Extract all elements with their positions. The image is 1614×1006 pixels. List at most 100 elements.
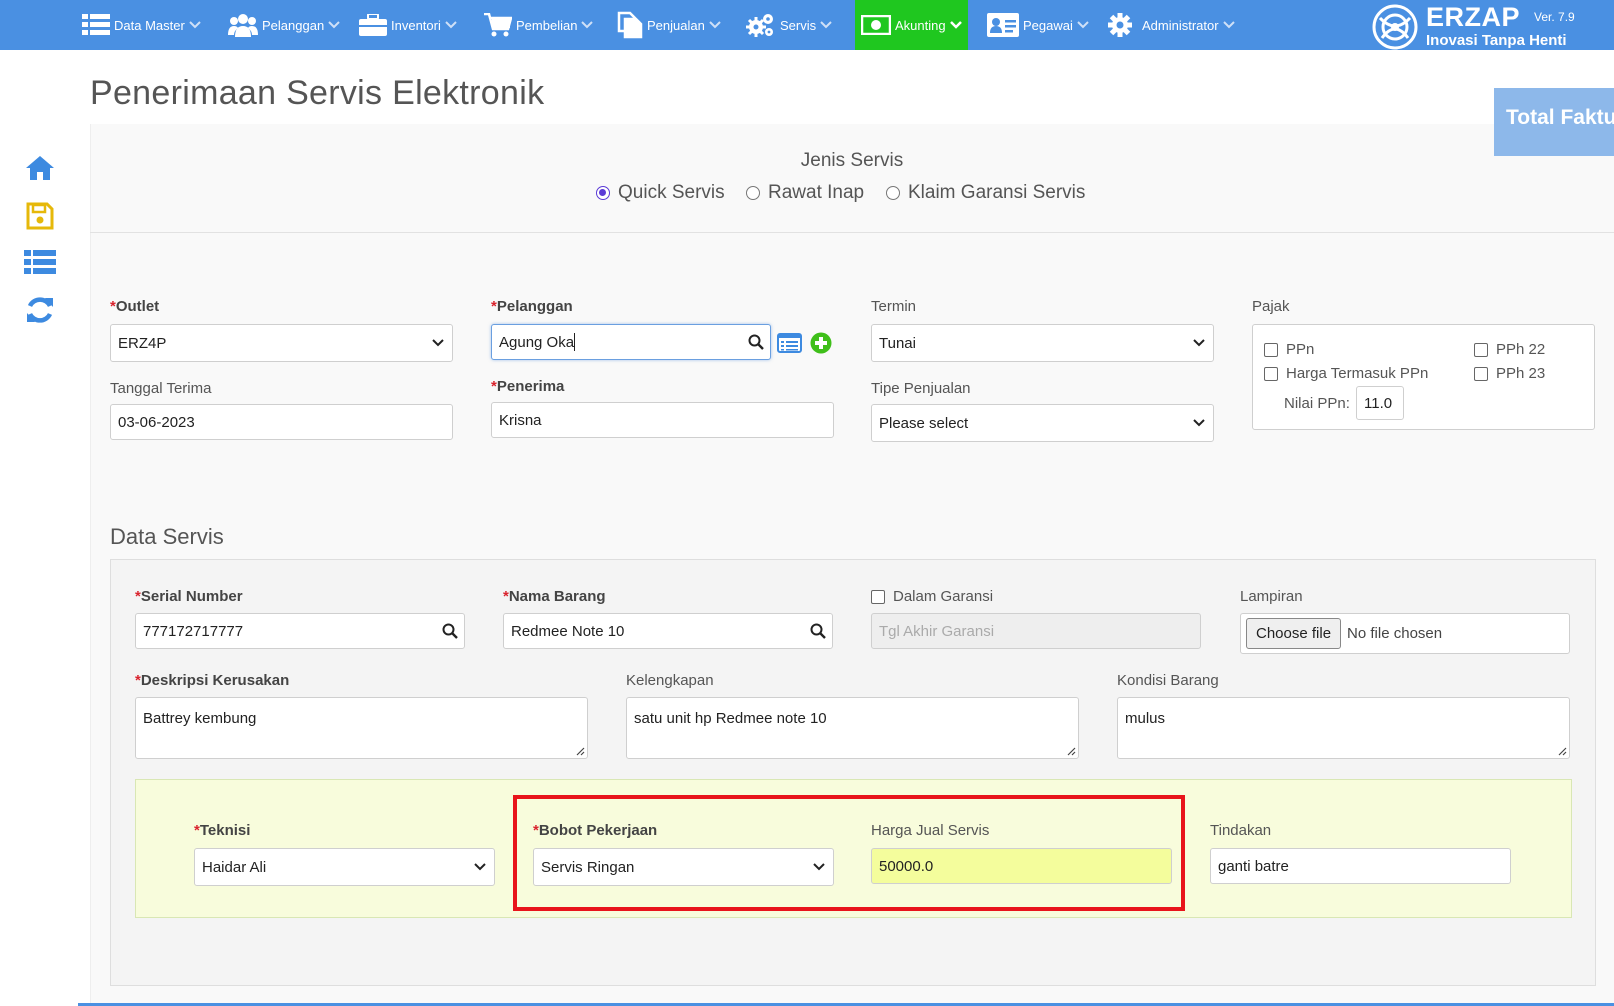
nav-label: Administrator (1142, 17, 1219, 33)
nav-label: Servis (780, 17, 817, 33)
checkbox[interactable] (1264, 366, 1278, 381)
gear-icon (1108, 13, 1132, 37)
dalam-garansi-label: Dalam Garansi (893, 588, 994, 605)
penerima-input[interactable]: Krisna (491, 402, 834, 438)
termin-select[interactable]: Tunai (871, 324, 1214, 362)
radio-rawat-inap[interactable]: Rawat Inap (746, 182, 864, 204)
serial-number-input[interactable]: 777172717777 (135, 613, 465, 649)
add-customer-icon[interactable] (810, 332, 832, 354)
nav-label: Inventori (391, 17, 441, 33)
pph22-checkbox[interactable]: PPh 22 (1474, 341, 1545, 358)
nilai-ppn-label: Nilai PPn: (1284, 395, 1350, 412)
checkbox[interactable] (1474, 342, 1488, 357)
ppn-label: PPn (1286, 341, 1315, 358)
chevron-down-icon (1222, 19, 1235, 31)
kelengkapan-value: satu unit hp Redmee note 10 (634, 710, 827, 727)
nav-pembelian[interactable]: Pembelian (484, 0, 594, 50)
search-icon[interactable] (748, 334, 764, 350)
radio-label: Quick Servis (618, 182, 725, 203)
sidebar (0, 50, 78, 1006)
tipe-penjualan-select[interactable]: Please select (871, 404, 1214, 442)
chevron-down-icon (581, 19, 594, 31)
pph22-label: PPh 22 (1496, 341, 1546, 358)
nav-servis[interactable]: Servis (746, 0, 832, 50)
kondisi-barang-label: Kondisi Barang (1117, 672, 1219, 689)
top-navbar: Data Master Pelanggan Inventori Pembelia… (0, 0, 1614, 50)
tipe-penjualan-label: Tipe Penjualan (871, 380, 971, 397)
nilai-ppn-value: 11.0 (1364, 394, 1393, 412)
chevron-down-icon (709, 19, 721, 31)
kondisi-value: mulus (1125, 710, 1166, 727)
lampiran-file-input[interactable]: Choose file No file chosen (1240, 613, 1570, 654)
nav-akunting[interactable]: Akunting (855, 0, 968, 50)
ppn-checkbox[interactable]: PPn (1264, 341, 1314, 358)
teknisi-select[interactable]: Haidar Ali (194, 848, 495, 886)
outlet-label: *Outlet (110, 298, 160, 315)
users-icon (228, 13, 258, 37)
chevron-down-icon (1193, 339, 1205, 347)
nav-label: Data Master (114, 17, 185, 33)
nav-inventori[interactable]: Inventori (359, 0, 457, 50)
checkbox[interactable] (1474, 366, 1488, 381)
nav-label: Akunting (895, 17, 946, 33)
checkbox[interactable] (1264, 342, 1278, 357)
save-icon[interactable] (24, 200, 56, 232)
nav-penjualan[interactable]: Penjualan (617, 0, 721, 50)
teknisi-label: *Teknisi (194, 822, 251, 839)
pelanggan-input[interactable]: Agung Oka (491, 324, 771, 360)
cart-icon (484, 13, 512, 37)
nav-pelanggan[interactable]: Pelanggan (228, 0, 340, 50)
radio-quick-servis[interactable]: Quick Servis (596, 182, 725, 204)
deskripsi-kerusakan-label: *Deskripsi Kerusakan (135, 672, 290, 689)
radio-button-selected[interactable] (596, 186, 610, 200)
pph23-checkbox[interactable]: PPh 23 (1474, 365, 1545, 382)
deskripsi-kerusakan-textarea[interactable]: Battrey kembung (135, 697, 588, 759)
dalam-garansi-checkbox[interactable]: Dalam Garansi (871, 588, 993, 605)
checkbox[interactable] (871, 589, 885, 604)
resize-handle-icon[interactable] (1067, 747, 1076, 756)
serial-number-value: 777172717777 (143, 622, 244, 640)
nav-label: Penjualan (647, 17, 705, 33)
harga-termasuk-ppn-checkbox[interactable]: Harga Termasuk PPn (1264, 365, 1428, 382)
tindakan-input[interactable]: ganti batre (1210, 848, 1511, 884)
brand[interactable]: ERZAP Ver. 7.9 Inovasi Tanpa Henti (1372, 2, 1612, 50)
briefcase-icon (359, 14, 387, 36)
nav-data-master[interactable]: Data Master (82, 0, 201, 50)
radio-button[interactable] (886, 186, 900, 200)
tindakan-value: ganti batre (1218, 857, 1289, 875)
resize-handle-icon[interactable] (576, 747, 585, 756)
brand-tagline: Inovasi Tanpa Henti (1426, 32, 1567, 49)
termin-label: Termin (871, 298, 917, 315)
choose-file-button[interactable]: Choose file (1246, 618, 1342, 649)
penerima-value: Krisna (499, 411, 542, 429)
radio-klaim-garansi[interactable]: Klaim Garansi Servis (886, 182, 1085, 204)
outlet-select[interactable]: ERZ4P (110, 324, 453, 362)
customer-list-icon[interactable] (777, 333, 802, 353)
nav-label: Pelanggan (262, 17, 325, 33)
kelengkapan-textarea[interactable]: satu unit hp Redmee note 10 (626, 697, 1079, 759)
jenis-servis-title: Jenis Servis (800, 150, 904, 171)
chevron-down-icon (474, 863, 486, 871)
home-icon[interactable] (24, 152, 56, 184)
nav-pegawai[interactable]: Pegawai (987, 0, 1089, 50)
search-icon[interactable] (810, 623, 826, 639)
tanggal-terima-input[interactable]: 03-06-2023 (110, 404, 453, 440)
nav-administrator[interactable]: Administrator (1108, 0, 1235, 50)
tanggal-terima-label: Tanggal Terima (110, 380, 212, 397)
nama-barang-input[interactable]: Redmee Note 10 (503, 613, 833, 649)
kondisi-barang-textarea[interactable]: mulus (1117, 697, 1570, 759)
radio-button[interactable] (746, 186, 760, 200)
outlet-value: ERZ4P (118, 334, 167, 352)
nilai-ppn-input[interactable]: 11.0 (1356, 386, 1404, 420)
search-icon[interactable] (442, 623, 458, 639)
serial-number-label: *Serial Number (135, 588, 243, 605)
kelengkapan-label: Kelengkapan (626, 672, 714, 689)
nav-label: Pegawai (1023, 17, 1073, 33)
pelanggan-label: *Pelanggan (491, 298, 573, 315)
nama-barang-label: *Nama Barang (503, 588, 606, 605)
chevron-down-icon (445, 19, 457, 31)
refresh-icon[interactable] (24, 294, 56, 326)
list-view-icon[interactable] (24, 246, 56, 278)
jenis-servis-group: Jenis Servis Quick Servis Rawat Inap Kla… (90, 124, 1614, 233)
resize-handle-icon[interactable] (1558, 747, 1567, 756)
